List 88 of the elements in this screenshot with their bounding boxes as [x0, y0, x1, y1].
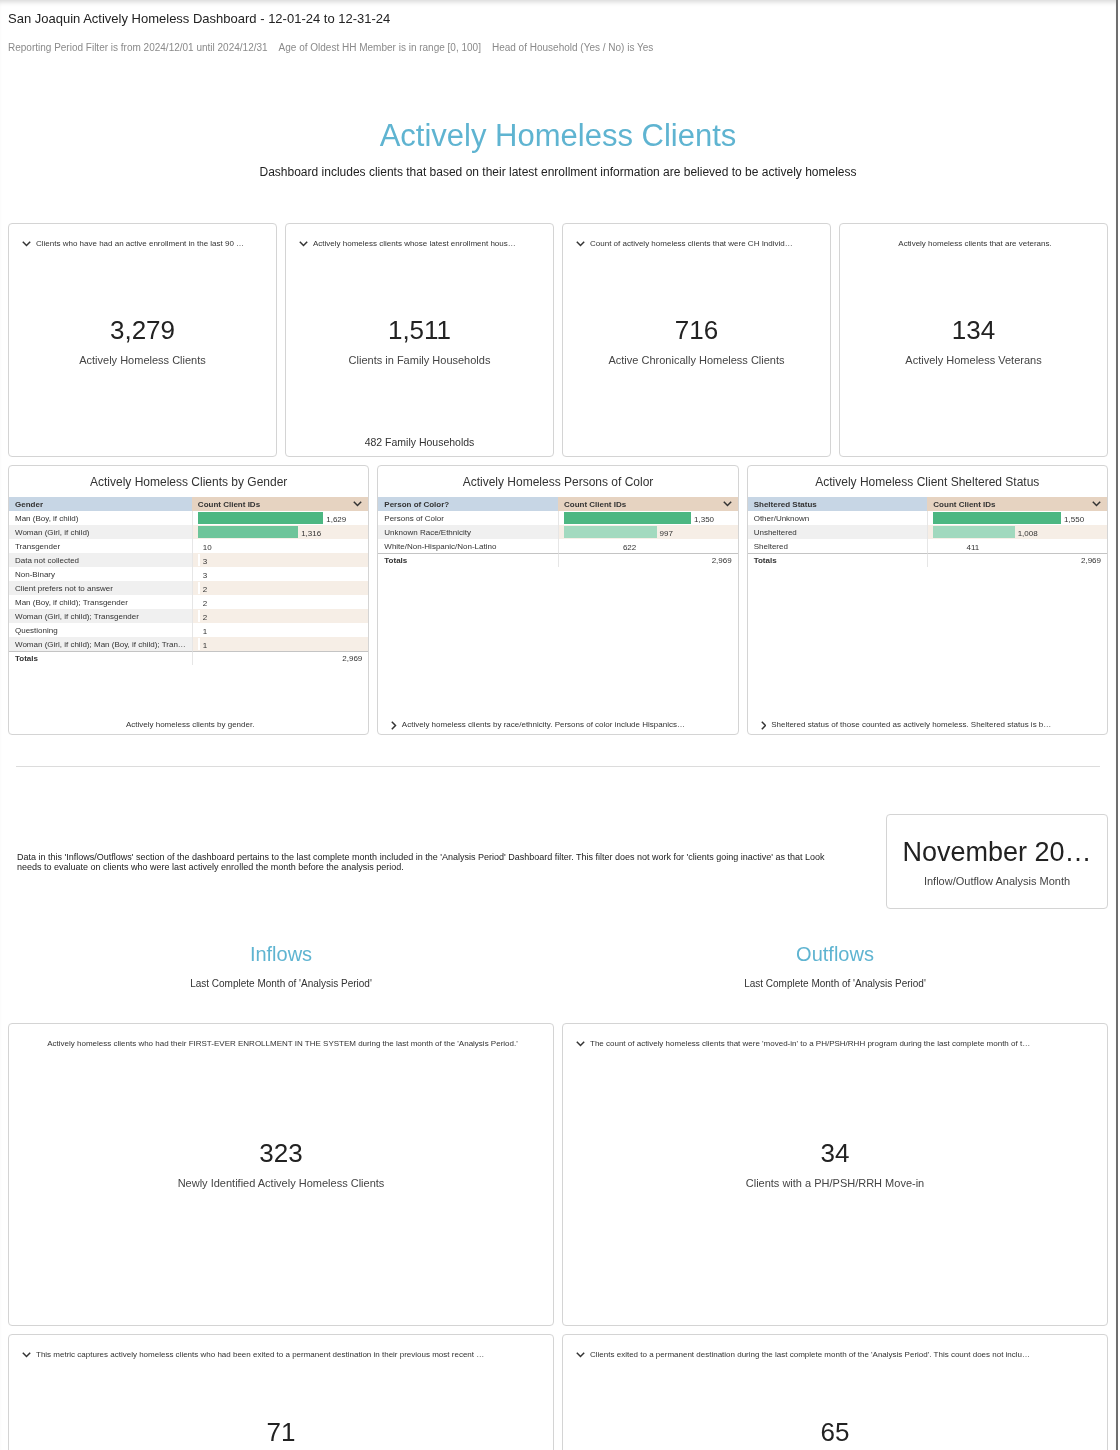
metric-label: Actively Homeless Clients [79, 353, 206, 367]
column-header[interactable]: Count Client IDs [191, 497, 369, 511]
chevron-down-icon[interactable] [299, 241, 308, 247]
table-cell: Woman (Girl, if child) [9, 525, 192, 539]
count-value: 2 [202, 584, 208, 595]
metric-value: 34 [820, 1138, 850, 1168]
count-value: 1,008 [1017, 528, 1038, 539]
metric-footnote: 482 Family Households [364, 435, 475, 450]
count-value: 411 [966, 542, 980, 553]
metric-value: 65 [820, 1417, 850, 1447]
count-value: 1,629 [326, 514, 347, 525]
metric-label: Clients with a PH/PSH/RRH Move-in [745, 1176, 925, 1190]
metric-value: 134 [951, 315, 996, 345]
totals-cell: Totals [378, 553, 558, 567]
tile-description: Sheltered status of those counted as actively homeless. Sheltered status is b… [771, 719, 1052, 731]
tile-description: Actively homeless clients by race/ethnicity. Persons of color include Hispanics… [401, 719, 685, 731]
table-title: Actively Homeless Client Sheltered Status [815, 474, 1040, 491]
section-subtitle: Dashboard includes clients that based on their latest enrollment information are believed to be actively homeless [259, 165, 857, 180]
chevron-right-icon[interactable] [760, 720, 767, 730]
chevron-down-icon[interactable] [722, 501, 732, 507]
totals-cell: 2,969 [191, 651, 369, 665]
metric-label: Inflow/Outflow Analysis Month [923, 873, 1071, 888]
dashboard-title: San Joaquin Actively Homeless Dashboard - 12-01-24 to 12-31-24 [8, 11, 391, 27]
column-header[interactable]: Count Client IDs [558, 497, 738, 511]
section-title: Actively Homeless Clients [379, 117, 737, 155]
filter-summary: Age of Oldest HH Member is in range [0, 100] [278, 41, 481, 54]
totals-cell: 2,969 [558, 553, 738, 567]
table-cell: Woman (Girl, if child); Transgender [9, 609, 192, 623]
tile-description: Clients exited to a permanent destination during the last complete month of the 'Analysis Period'. This count does not inclu… [590, 1349, 1031, 1361]
table-cell: Data not collected [9, 553, 192, 567]
column-header[interactable]: Count Client IDs [927, 497, 1107, 511]
count-value: 2 [202, 598, 208, 609]
count-value: 3 [202, 570, 208, 581]
tile-description: Count of actively homeless clients that were CH Individ… [590, 238, 793, 250]
metric-value: 323 [259, 1138, 303, 1168]
chevron-down-icon[interactable] [576, 241, 585, 247]
count-value: 3 [202, 556, 208, 567]
column-header[interactable]: Gender [9, 497, 192, 511]
count-value: 1,350 [694, 514, 715, 525]
chevron-down-icon[interactable] [576, 1041, 585, 1047]
chevron-down-icon[interactable] [22, 1352, 31, 1358]
filter-summary: Head of Household (Yes / No) is Yes [491, 41, 654, 54]
totals-cell: Totals [9, 651, 192, 665]
tile-description: This metric captures actively homeless clients who had been exited to a permanent destination in their previous most recent … [36, 1349, 485, 1361]
tile-description: Actively homeless clients by gender. [125, 719, 255, 731]
chevron-down-icon[interactable] [353, 501, 363, 507]
count-value: 10 [202, 542, 212, 553]
count-value: 1 [202, 626, 208, 637]
metric-value: 1,511 [387, 315, 452, 345]
metric-value: 3,279 [109, 315, 176, 345]
section-heading: Inflows [249, 942, 313, 966]
tile-description: Actively homeless clients who had their FIRST-EVER ENROLLMENT IN THE SYSTEM during the last month of the 'Analysis Period.' [47, 1038, 518, 1050]
count-value: 2 [202, 612, 208, 623]
table-title: Actively Homeless Persons of Color [462, 474, 654, 491]
tile-description: Actively homeless clients whose latest enrollment hous… [313, 238, 516, 250]
totals-cell: Totals [747, 553, 928, 567]
count-value: 1 [202, 640, 208, 651]
metric-label: Clients in Family Households [348, 353, 491, 367]
column-header[interactable]: Person of Color? [378, 497, 558, 511]
chevron-down-icon[interactable] [576, 1352, 585, 1358]
chevron-down-icon[interactable] [1092, 501, 1101, 507]
section-subtitle: Last Complete Month of 'Analysis Period' [744, 977, 926, 990]
table-cell: Unsheltered [747, 525, 928, 539]
column-header[interactable]: Sheltered Status [747, 497, 928, 511]
metric-label: Actively Homeless Veterans [905, 353, 1042, 367]
count-value: 622 [622, 542, 637, 553]
chevron-down-icon[interactable] [22, 241, 31, 247]
filter-summary: Reporting Period Filter is from 2024/12/01 until 2024/12/31 [8, 41, 268, 54]
totals-cell: 2,969 [927, 553, 1107, 567]
chevron-right-icon[interactable] [391, 720, 397, 730]
table-cell: Unknown Race/Ethnicity [378, 525, 558, 539]
table-title: Actively Homeless Clients by Gender [89, 474, 288, 491]
tile-description: Actively homeless clients that are veterans. [898, 238, 1052, 250]
section-subtitle: Last Complete Month of 'Analysis Period' [190, 977, 372, 990]
tile-description: The count of actively homeless clients that were 'moved-in' to a PH/PSH/RHH program during the last complete month of t… [590, 1038, 1031, 1050]
count-value: 1,316 [301, 528, 322, 539]
metric-value: 716 [674, 315, 719, 345]
table-cell: Woman (Girl, if child); Man (Boy, if child); Tran… [9, 637, 192, 651]
metric-label: Active Chronically Homeless Clients [608, 353, 785, 367]
tile-description: Clients who have had an active enrollment in the last 90 … [36, 238, 245, 250]
count-value: 1,550 [1064, 514, 1085, 525]
metric-value: 71 [266, 1417, 296, 1447]
count-value: 997 [659, 528, 673, 539]
section-heading: Outflows [796, 942, 874, 966]
table-cell: Client prefers not to answer [9, 581, 192, 595]
section-note: Data in this 'Inflows/Outflows' section of the dashboard pertains to the last complete month included in the 'Analysis Period' Dashboard filter. This filter does not work for 'clients going inactive' as that Look needs to evaluate on clients who were last actively enrolled the month before the analysis period. [16, 851, 826, 872]
metric-label: Newly Identified Actively Homeless Clients [177, 1176, 385, 1190]
metric-value: November 20… [902, 835, 1092, 868]
